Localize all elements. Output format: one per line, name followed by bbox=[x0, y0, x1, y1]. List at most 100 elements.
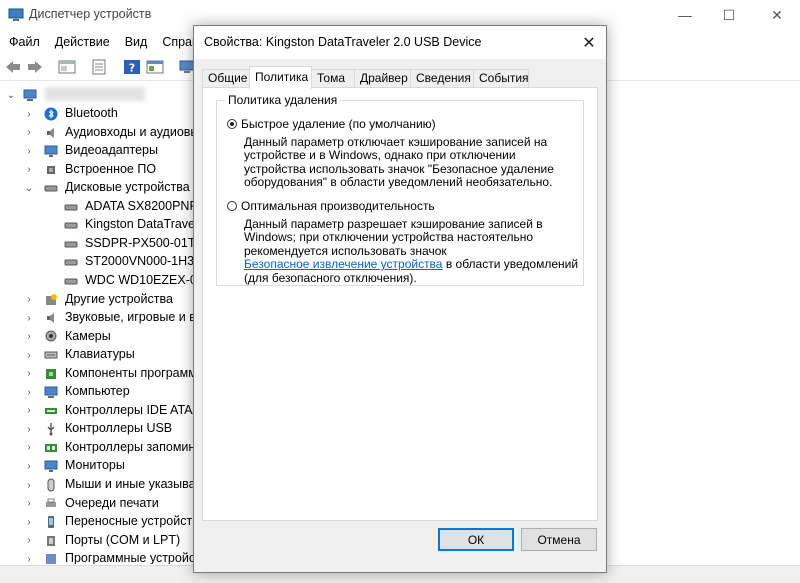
maximize-button[interactable]: ☐ bbox=[706, 0, 752, 30]
performance-option[interactable]: Оптимальная производительность bbox=[227, 199, 435, 213]
tree-item-label: Переносные устройства bbox=[65, 514, 200, 529]
expand-toggle[interactable]: › bbox=[24, 405, 34, 416]
ok-button[interactable]: ОК bbox=[438, 528, 514, 551]
expand-toggle[interactable]: › bbox=[24, 554, 34, 564]
disk-icon bbox=[64, 241, 78, 248]
expand-toggle[interactable]: › bbox=[24, 313, 34, 324]
tab-events[interactable]: События bbox=[473, 69, 529, 88]
tree-item[interactable]: WDC WD10EZEX-08WN4A0 bbox=[0, 272, 200, 290]
tree-item[interactable]: › Другие устройства bbox=[0, 291, 200, 309]
tab-general[interactable]: Общие bbox=[202, 69, 250, 88]
expand-toggle[interactable]: › bbox=[24, 480, 34, 491]
tree-item[interactable]: › Программные устройства bbox=[0, 550, 200, 564]
tree-item[interactable]: › Мыши и иные указывающие устройства bbox=[0, 476, 200, 494]
close-window-button[interactable]: ✕ bbox=[754, 0, 800, 30]
tree-item-label: Контроллеры запоминающих устройств bbox=[65, 439, 200, 454]
forward-arrow-icon[interactable] bbox=[26, 59, 44, 75]
expand-toggle[interactable]: › bbox=[24, 442, 34, 453]
expand-toggle[interactable]: › bbox=[24, 331, 34, 342]
portable-device-icon bbox=[48, 516, 54, 529]
tree-item-label: Bluetooth bbox=[65, 106, 118, 120]
expand-toggle[interactable]: ⌄ bbox=[6, 90, 16, 101]
safely-remove-link[interactable]: Безопасное извлечение устройства bbox=[244, 257, 442, 271]
quick-removal-radio[interactable] bbox=[227, 119, 237, 129]
performance-radio[interactable] bbox=[227, 201, 237, 211]
tree-item-label: Порты (COM и LPT) bbox=[65, 532, 181, 547]
menu-view[interactable]: Вид bbox=[119, 35, 154, 49]
tree-item[interactable]: › Bluetooth bbox=[0, 105, 200, 123]
menu-action[interactable]: Действие bbox=[49, 35, 116, 49]
cancel-button[interactable]: Отмена bbox=[521, 528, 597, 551]
expand-toggle[interactable]: › bbox=[24, 387, 34, 398]
expand-toggle[interactable]: › bbox=[24, 350, 34, 361]
tree-item[interactable]: SSDPR-PX500-01T-80 bbox=[0, 235, 200, 253]
tree-item-label: Компоненты программного обеспечения bbox=[65, 365, 200, 380]
document-icon[interactable] bbox=[90, 59, 108, 75]
expand-toggle[interactable]: › bbox=[24, 517, 34, 528]
expand-toggle[interactable]: › bbox=[24, 127, 34, 138]
expand-toggle[interactable]: › bbox=[24, 109, 34, 120]
properties-view-icon[interactable] bbox=[58, 59, 76, 75]
menu-file[interactable]: Файл bbox=[3, 35, 46, 49]
tree-item-label: Контроллеры IDE ATA/ATAPI bbox=[65, 402, 200, 417]
quick-removal-description: Данный параметр отключает кэширование за… bbox=[244, 135, 554, 190]
tree-item-label: ST2000VN000-1H3164 bbox=[85, 254, 200, 269]
expand-toggle[interactable]: › bbox=[24, 461, 34, 472]
disk-icon bbox=[64, 222, 78, 229]
tree-item-label: Дисковые устройства bbox=[65, 180, 190, 195]
device-tree: ⌄ › Bluetooth › Аудиовходы и аудиовыходы › Вид… bbox=[0, 84, 200, 564]
tree-item[interactable]: › Компьютер bbox=[0, 383, 200, 401]
tree-item[interactable]: › Порты (COM и LPT) bbox=[0, 532, 200, 550]
tab-policy[interactable]: Политика bbox=[249, 66, 312, 89]
expand-toggle[interactable]: › bbox=[24, 146, 34, 157]
tree-item-label: SSDPR-PX500-01T-80 bbox=[85, 235, 200, 250]
minimize-button[interactable]: — bbox=[662, 0, 708, 30]
help-icon[interactable]: ? bbox=[123, 59, 141, 75]
tree-item[interactable]: › Видеоадаптеры bbox=[0, 142, 200, 160]
tree-item-label: ADATA SX8200PNP bbox=[85, 198, 198, 213]
dialog-close-button[interactable]: ✕ bbox=[578, 32, 600, 54]
tree-item[interactable]: › Переносные устройства bbox=[0, 513, 200, 531]
tree-item[interactable]: › Клавиатуры bbox=[0, 346, 200, 364]
expand-toggle[interactable]: › bbox=[24, 164, 34, 175]
component-icon bbox=[46, 368, 56, 379]
expand-toggle[interactable]: › bbox=[24, 424, 34, 435]
expand-toggle[interactable]: › bbox=[24, 535, 34, 546]
tree-item-label: Звуковые, игровые и видеоустройства bbox=[65, 310, 200, 325]
tree-item[interactable]: › Мониторы bbox=[0, 457, 200, 475]
tree-item[interactable]: › Очереди печати bbox=[0, 495, 200, 513]
tab-details[interactable]: Сведения bbox=[410, 69, 474, 88]
tree-item[interactable]: ⌄ Дисковые устройства bbox=[0, 179, 200, 197]
tree-item[interactable]: ST2000VN000-1H3164 bbox=[0, 253, 200, 271]
tree-item[interactable]: › Контроллеры IDE ATA/ATAPI bbox=[0, 402, 200, 420]
tree-root-computer[interactable]: ⌄ bbox=[0, 86, 200, 104]
bluetooth-icon bbox=[44, 107, 58, 121]
tree-item[interactable]: › Звуковые, игровые и видеоустройства bbox=[0, 309, 200, 327]
removal-policy-group: Политика удаления Быстрое удаление (по у… bbox=[216, 93, 584, 286]
tree-item-label: Мыши и иные указывающие устройства bbox=[65, 477, 200, 491]
mouse-icon bbox=[47, 478, 55, 492]
expand-toggle[interactable]: › bbox=[24, 294, 34, 305]
tree-item[interactable]: › Контроллеры USB bbox=[0, 420, 200, 438]
tree-item-label: Видеоадаптеры bbox=[65, 143, 158, 158]
expand-toggle[interactable]: › bbox=[24, 498, 34, 509]
window-view-icon[interactable] bbox=[146, 59, 164, 75]
tab-driver[interactable]: Драйвер bbox=[354, 69, 411, 88]
back-arrow-icon[interactable] bbox=[4, 59, 22, 75]
tree-item-label: WDC WD10EZEX-08WN4A0 bbox=[85, 272, 200, 287]
tree-item-label: Компьютер bbox=[65, 384, 130, 399]
tree-item[interactable]: ADATA SX8200PNP bbox=[0, 198, 200, 216]
svg-text:?: ? bbox=[129, 62, 135, 75]
expand-toggle[interactable]: ⌄ bbox=[24, 183, 34, 194]
tree-item[interactable]: Kingston DataTraveler 2.0 USB Device bbox=[0, 216, 200, 234]
quick-removal-option[interactable]: Быстрое удаление (по умолчанию) bbox=[227, 117, 436, 131]
tree-item[interactable]: › Контроллеры запоминающих устройств bbox=[0, 439, 200, 457]
tree-item[interactable]: › Компоненты программного обеспечения bbox=[0, 365, 200, 383]
expand-toggle[interactable]: › bbox=[24, 368, 34, 379]
tab-volumes[interactable]: Тома bbox=[311, 69, 355, 88]
tree-item[interactable]: › Встроенное ПО bbox=[0, 161, 200, 179]
tree-item[interactable]: › Аудиовходы и аудиовыходы bbox=[0, 124, 200, 142]
controller-icon bbox=[45, 407, 57, 414]
tree-item[interactable]: › Камеры bbox=[0, 328, 200, 346]
performance-label: Оптимальная производительность bbox=[241, 199, 435, 213]
